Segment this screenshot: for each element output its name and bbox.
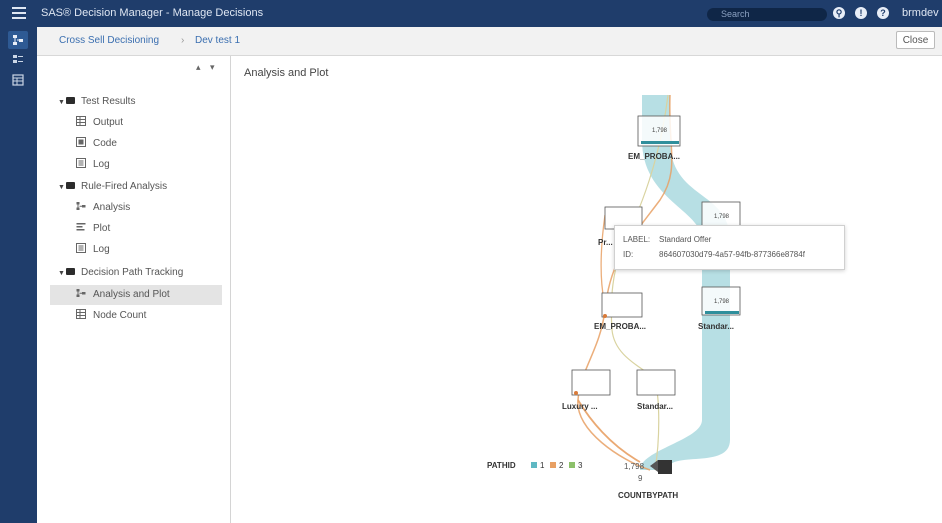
node-box-em-proba-2[interactable] (601, 292, 643, 318)
legend-label-1: 1 (540, 461, 545, 470)
path-count: 1,798 (624, 462, 645, 471)
legend-swatch-2 (550, 462, 556, 468)
legend-title: PATHID (487, 461, 516, 470)
node-tooltip: LABEL: Standard Offer ID: 864607030d79-4… (614, 225, 845, 270)
node-label: Standar... (637, 402, 674, 411)
node-label: Luxury ... (562, 402, 598, 411)
legend-swatch-3 (569, 462, 575, 468)
node-value: 1,798 (714, 299, 730, 305)
node-label: EM_PROBA... (628, 152, 681, 161)
path-count: 9 (638, 474, 643, 483)
node-box-luxury[interactable] (571, 369, 611, 396)
node-label: EM_PROBA... (594, 322, 647, 331)
node-label: COUNTBYPATH (618, 491, 679, 500)
tooltip-id-key: ID: (623, 250, 634, 259)
node-bar (705, 311, 739, 314)
node-bar (641, 141, 679, 144)
node-value: 1,798 (714, 214, 730, 220)
path-point (574, 391, 578, 395)
tooltip-label-value: Standard Offer (659, 235, 712, 244)
node-value: 1,798 (652, 128, 668, 134)
path-point (603, 314, 607, 318)
legend-label-2: 2 (559, 461, 564, 470)
legend-label-3: 3 (578, 461, 583, 470)
legend-swatch-1 (531, 462, 537, 468)
end-node-marker[interactable] (658, 460, 672, 474)
tooltip-id-value: 864607030d79-4a57-94fb-877366e8784f (659, 250, 805, 259)
node-label: Standar... (698, 322, 735, 331)
tooltip-label-key: LABEL: (623, 235, 651, 244)
plot-legend: PATHID 1 2 3 (487, 461, 607, 473)
node-label: Pr... (598, 238, 613, 247)
node-box-standard-3[interactable] (636, 369, 676, 396)
flow-path-2b (600, 214, 606, 301)
